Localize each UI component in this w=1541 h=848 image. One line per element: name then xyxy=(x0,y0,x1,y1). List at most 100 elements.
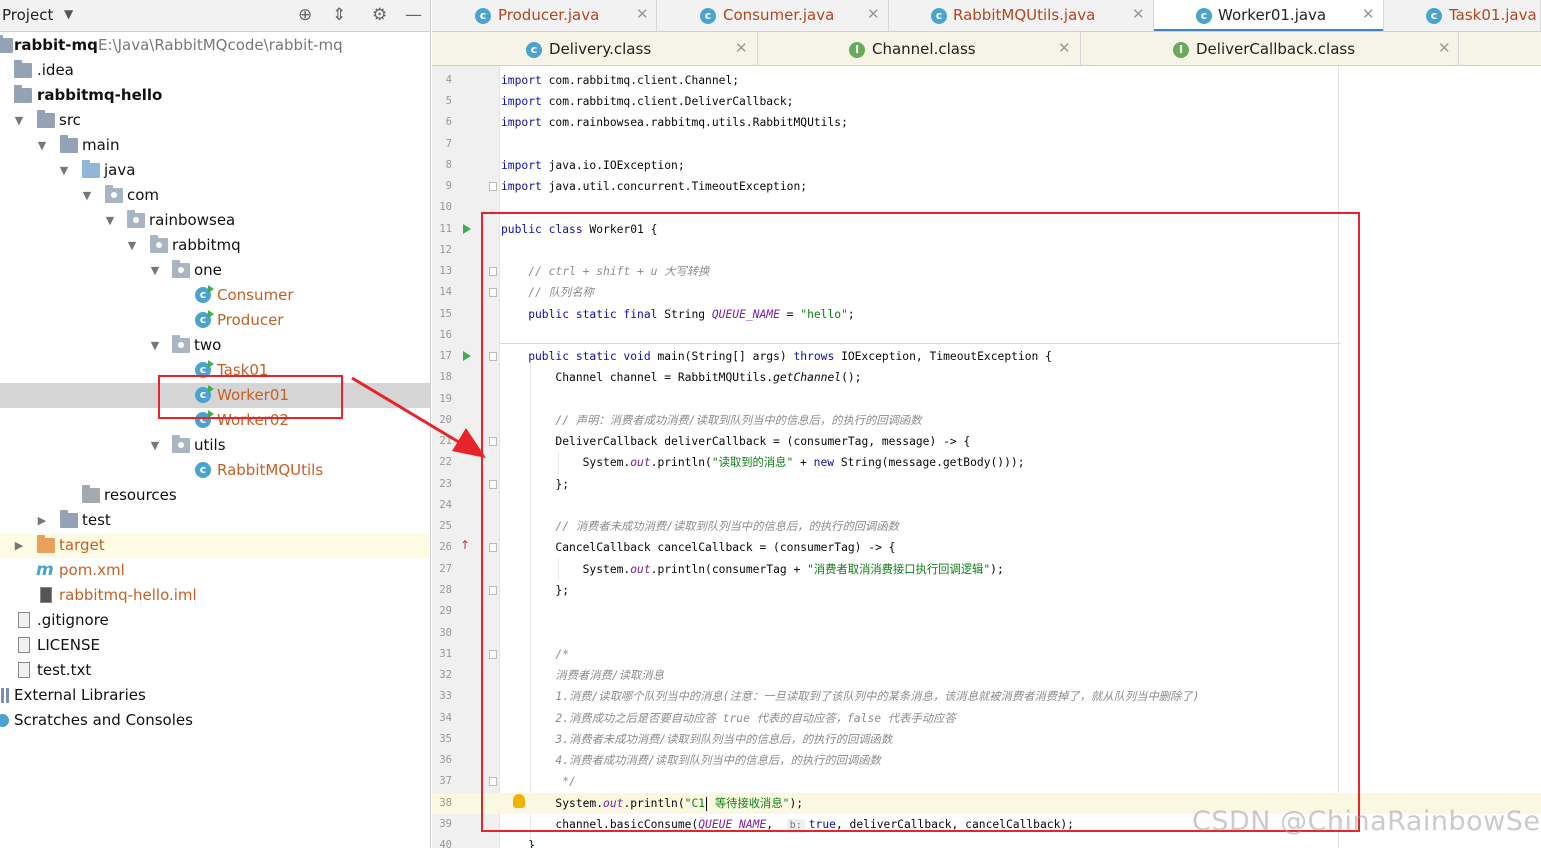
tree-item-license[interactable]: LICENSE xyxy=(0,633,430,658)
expand-arrow-icon[interactable]: ▼ xyxy=(12,108,26,133)
tree-item-test-txt[interactable]: test.txt xyxy=(0,658,430,683)
tree-item-src[interactable]: ▼ src xyxy=(0,108,430,133)
expand-arrow-icon[interactable]: ▼ xyxy=(57,158,71,183)
tree-item-target[interactable]: ▶ target xyxy=(0,533,430,558)
line-number: 14 xyxy=(439,286,452,298)
code-line[interactable]: 7 xyxy=(432,134,1541,155)
tree-item-java[interactable]: ▼ java xyxy=(0,158,430,183)
tree-item-utils[interactable]: ▼ utils xyxy=(0,433,430,458)
tab-delivery-class[interactable]: c Delivery.class ✕ xyxy=(432,32,758,65)
tree-item-rabbit-mq[interactable]: rabbit-mq E:\Java\RabbitMQcode\rabbit-mq xyxy=(0,33,430,58)
line-number: 13 xyxy=(439,265,452,277)
tree-item-idea[interactable]: .idea xyxy=(0,58,430,83)
tree-item-label: Producer xyxy=(217,311,284,329)
locate-icon[interactable]: ⊕ xyxy=(298,5,312,25)
close-icon[interactable]: ✕ xyxy=(1132,5,1145,23)
tree-item-label: target xyxy=(59,536,105,554)
tree-item-label: one xyxy=(194,261,222,279)
run-icon[interactable] xyxy=(463,351,471,361)
line-number: 40 xyxy=(439,839,452,848)
line-number: 12 xyxy=(439,244,452,256)
tree-item-consumer[interactable]: c Consumer xyxy=(0,283,430,308)
resources-folder-icon xyxy=(82,485,100,503)
tree-item-label: test.txt xyxy=(37,661,92,679)
tab-channel-class[interactable]: I Channel.class ✕ xyxy=(758,32,1081,65)
expand-arrow-icon[interactable]: ▼ xyxy=(35,133,49,158)
tab-delivercallback-class[interactable]: I DeliverCallback.class ✕ xyxy=(1081,32,1459,65)
code-line[interactable]: 4 import com.rabbitmq.client.Channel; xyxy=(432,70,1541,91)
close-icon[interactable]: ✕ xyxy=(1058,39,1071,57)
code-text: import java.util.concurrent.TimeoutExcep… xyxy=(501,180,808,193)
collapse-arrow-icon[interactable]: ▶ xyxy=(12,533,26,558)
tab-worker01-java[interactable]: c Worker01.java ✕ xyxy=(1154,0,1384,31)
collapse-arrow-icon[interactable]: ▶ xyxy=(35,508,49,533)
code-line[interactable]: 9 import java.util.concurrent.TimeoutExce… xyxy=(432,176,1541,197)
package-icon xyxy=(172,435,190,453)
tree-item-pom-xml[interactable]: m pom.xml xyxy=(0,558,430,583)
override-marker-icon[interactable]: ↑ xyxy=(460,538,470,552)
package-icon xyxy=(105,185,123,203)
code-line[interactable]: 8 import java.io.IOException; xyxy=(432,155,1541,176)
close-icon[interactable]: ✕ xyxy=(636,5,649,23)
tree-item-external-libraries[interactable]: External Libraries xyxy=(0,683,430,708)
tree-item-rabbitmq-hello[interactable]: rabbitmq-hello xyxy=(0,83,430,108)
chevron-down-icon[interactable]: ▼ xyxy=(64,7,73,21)
expand-arrow-icon[interactable]: ▼ xyxy=(148,333,162,358)
run-icon[interactable] xyxy=(463,224,471,234)
close-icon[interactable]: ✕ xyxy=(867,5,880,23)
editor-tabs-row-1: c Producer.java ✕ c Consumer.java ✕ c Ra… xyxy=(432,0,1541,32)
line-number: 39 xyxy=(439,818,452,830)
collapse-all-icon[interactable]: ⇕ xyxy=(332,5,346,25)
hide-icon[interactable]: — xyxy=(405,5,422,25)
annotation-highlight-worker01 xyxy=(158,375,343,419)
tree-item-resources[interactable]: resources xyxy=(0,483,430,508)
tree-item-rabbitmq[interactable]: ▼ rabbitmq xyxy=(0,233,430,258)
tree-item-rabbitmqutils[interactable]: c RabbitMQUtils xyxy=(0,458,430,483)
tree-item-producer[interactable]: c Producer xyxy=(0,308,430,333)
package-icon xyxy=(127,210,145,228)
tree-item-scratches[interactable]: Scratches and Consoles xyxy=(0,708,430,733)
expand-arrow-icon[interactable]: ▼ xyxy=(103,208,117,233)
tree-item-main[interactable]: ▼ main xyxy=(0,133,430,158)
code-line[interactable]: 6 import com.rainbowsea.rabbitmq.utils.Ra… xyxy=(432,112,1541,133)
close-icon[interactable]: ✕ xyxy=(1362,5,1375,23)
source-folder-icon xyxy=(82,160,100,178)
tree-item-two[interactable]: ▼ two xyxy=(0,333,430,358)
tree-item-label: resources xyxy=(104,486,177,504)
expand-arrow-icon[interactable]: ▼ xyxy=(125,233,139,258)
project-panel-title[interactable]: Project xyxy=(2,6,53,24)
expand-arrow-icon[interactable]: ▼ xyxy=(148,258,162,283)
expand-arrow-icon[interactable]: ▼ xyxy=(148,433,162,458)
code-text: import java.io.IOException; xyxy=(501,159,685,172)
tree-item-label: LICENSE xyxy=(37,636,100,654)
line-number: 38 xyxy=(439,797,452,809)
close-icon[interactable]: ✕ xyxy=(735,39,748,57)
fold-icon[interactable] xyxy=(489,182,497,191)
tree-item-gitignore[interactable]: .gitignore xyxy=(0,608,430,633)
tree-item-com[interactable]: ▼ com xyxy=(0,183,430,208)
code-line[interactable]: 5 import com.rabbitmq.client.DeliverCallb… xyxy=(432,91,1541,112)
tree-item-label: utils xyxy=(194,436,226,454)
tab-producer-java[interactable]: c Producer.java ✕ xyxy=(432,0,657,31)
expand-arrow-icon[interactable]: ▼ xyxy=(80,183,94,208)
tab-rabbitmqutils-java[interactable]: c RabbitMQUtils.java ✕ xyxy=(889,0,1154,31)
tab-label: DeliverCallback.class xyxy=(1196,40,1356,58)
tab-task01-java[interactable]: c Task01.java xyxy=(1384,0,1541,31)
tab-label: Channel.class xyxy=(872,40,976,58)
line-number: 37 xyxy=(439,775,452,787)
tree-item-iml[interactable]: rabbitmq-hello.iml xyxy=(0,583,430,608)
tree-item-rainbowsea[interactable]: ▼ rainbowsea xyxy=(0,208,430,233)
tree-item-label: .idea xyxy=(37,61,74,79)
line-number: 4 xyxy=(445,74,452,86)
tab-label: Producer.java xyxy=(498,6,600,24)
tree-item-one[interactable]: ▼ one xyxy=(0,258,430,283)
scratches-icon xyxy=(0,714,9,727)
line-number: 11 xyxy=(439,223,452,235)
tree-item-test[interactable]: ▶ test xyxy=(0,508,430,533)
tab-consumer-java[interactable]: c Consumer.java ✕ xyxy=(657,0,889,31)
tree-item-label: src xyxy=(59,111,81,129)
gear-icon[interactable]: ⚙ xyxy=(372,5,387,25)
line-number: 35 xyxy=(439,733,452,745)
project-panel-header: Project ▼ ⊕ ⇕ ⚙ — xyxy=(0,0,430,32)
close-icon[interactable]: ✕ xyxy=(1438,39,1451,57)
